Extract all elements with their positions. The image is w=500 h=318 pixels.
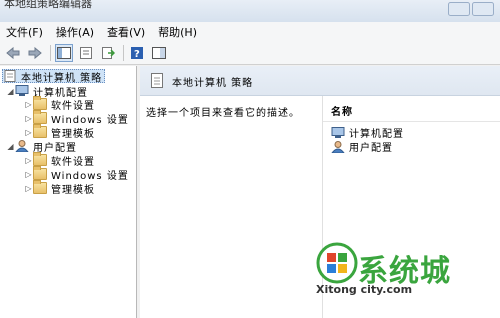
collapsed-arrow-icon[interactable]: ▷: [24, 170, 33, 179]
action-pane-icon: [152, 47, 166, 59]
folder-icon: [33, 110, 47, 124]
folder-icon: [33, 152, 47, 166]
collapsed-arrow-icon[interactable]: ▷: [24, 184, 33, 193]
toolbar-separator: [123, 45, 124, 61]
help-button[interactable]: ?: [128, 44, 146, 62]
column-header-label: 名称: [331, 107, 353, 118]
tree-root-label: 本地计算机 策略: [21, 72, 103, 84]
show-tree-button[interactable]: [55, 44, 73, 62]
item-description: 选择一个项目来查看它的描述。: [146, 108, 300, 119]
menu-bar: 文件(F) 操作(A) 查看(V) 帮助(H): [0, 22, 500, 42]
site-watermark: 系统城 Xitong city.com: [310, 236, 478, 306]
collapsed-arrow-icon[interactable]: ▷: [24, 100, 33, 109]
collapsed-arrow-icon[interactable]: ▷: [24, 128, 33, 137]
back-arrow-icon: [6, 46, 20, 60]
toolbar-separator: [50, 45, 51, 61]
tree-item-root[interactable]: 本地计算机 策略: [2, 69, 106, 84]
properties-button[interactable]: [77, 44, 95, 62]
tree-item-software-settings[interactable]: ▷ 软件设置: [24, 152, 95, 168]
list-item-computer-config[interactable]: 计算机配置: [331, 125, 404, 140]
console-tree-icon: [57, 47, 71, 59]
help-icon: ?: [131, 47, 143, 60]
list-item-user-config[interactable]: 用户配置: [331, 139, 393, 154]
details-header: 本地计算机 策略: [140, 66, 500, 96]
tree-item-user-config[interactable]: ◢ 用户配置: [6, 139, 77, 154]
tree-label: Windows 设置: [51, 170, 129, 182]
collapsed-arrow-icon[interactable]: ▷: [24, 114, 33, 123]
minimize-icon[interactable]: [448, 2, 470, 16]
policy-document-icon: [4, 70, 16, 82]
svg-text:?: ?: [134, 49, 140, 60]
computer-icon: [331, 126, 345, 138]
folder-icon: [33, 180, 47, 194]
user-icon: [15, 140, 29, 152]
policy-document-icon: [151, 73, 163, 88]
column-header-name[interactable]: 名称: [323, 104, 500, 122]
forward-arrow-icon: [28, 46, 42, 60]
export-list-icon: [102, 47, 115, 59]
forward-button[interactable]: [26, 44, 44, 62]
windows-logo-icon: [316, 242, 358, 284]
folder-icon: [33, 124, 47, 138]
title-bar: 本地组策略编辑器: [0, 0, 500, 22]
user-icon: [331, 140, 345, 153]
tree-label: 管理模板: [51, 128, 95, 140]
list-item-label: 计算机配置: [349, 129, 404, 140]
tree-label: Windows 设置: [51, 114, 129, 126]
collapsed-arrow-icon[interactable]: ▷: [24, 156, 33, 165]
tree-item-windows-settings[interactable]: ▷ Windows 设置: [24, 166, 129, 182]
menu-view[interactable]: 查看(V): [107, 24, 145, 40]
maximize-icon[interactable]: [472, 2, 494, 16]
expanded-arrow-icon[interactable]: ◢: [6, 142, 15, 151]
menu-file[interactable]: 文件(F): [6, 24, 43, 40]
menu-action[interactable]: 操作(A): [56, 24, 94, 40]
window-title: 本地组策略编辑器: [4, 0, 92, 10]
menu-help[interactable]: 帮助(H): [158, 24, 197, 40]
properties-icon: [80, 47, 92, 59]
tree-item-windows-settings[interactable]: ▷ Windows 设置: [24, 110, 129, 126]
tree-item-admin-templates[interactable]: ▷ 管理模板: [24, 124, 95, 140]
list-item-label: 用户配置: [349, 143, 393, 154]
folder-icon: [33, 166, 47, 180]
console-tree: 本地计算机 策略 ◢ 计算机配置 ▷ 软件设置 ▷ Windows 设置 ▷ 管…: [0, 66, 137, 318]
export-list-button[interactable]: [99, 44, 117, 62]
expanded-arrow-icon[interactable]: ◢: [6, 87, 15, 96]
folder-icon: [33, 96, 47, 110]
tree-label: 软件设置: [51, 100, 95, 112]
back-button[interactable]: [4, 44, 22, 62]
tree-item-admin-templates[interactable]: ▷ 管理模板: [24, 180, 95, 196]
details-header-title: 本地计算机 策略: [172, 78, 254, 89]
tree-label: 软件设置: [51, 156, 95, 168]
tree-label: 管理模板: [51, 184, 95, 196]
watermark-site: Xitong city.com: [316, 283, 413, 296]
computer-icon: [15, 85, 29, 96]
toolbar: ?: [0, 42, 500, 65]
tree-item-software-settings[interactable]: ▷ 软件设置: [24, 96, 95, 112]
show-action-pane-button[interactable]: [150, 44, 168, 62]
